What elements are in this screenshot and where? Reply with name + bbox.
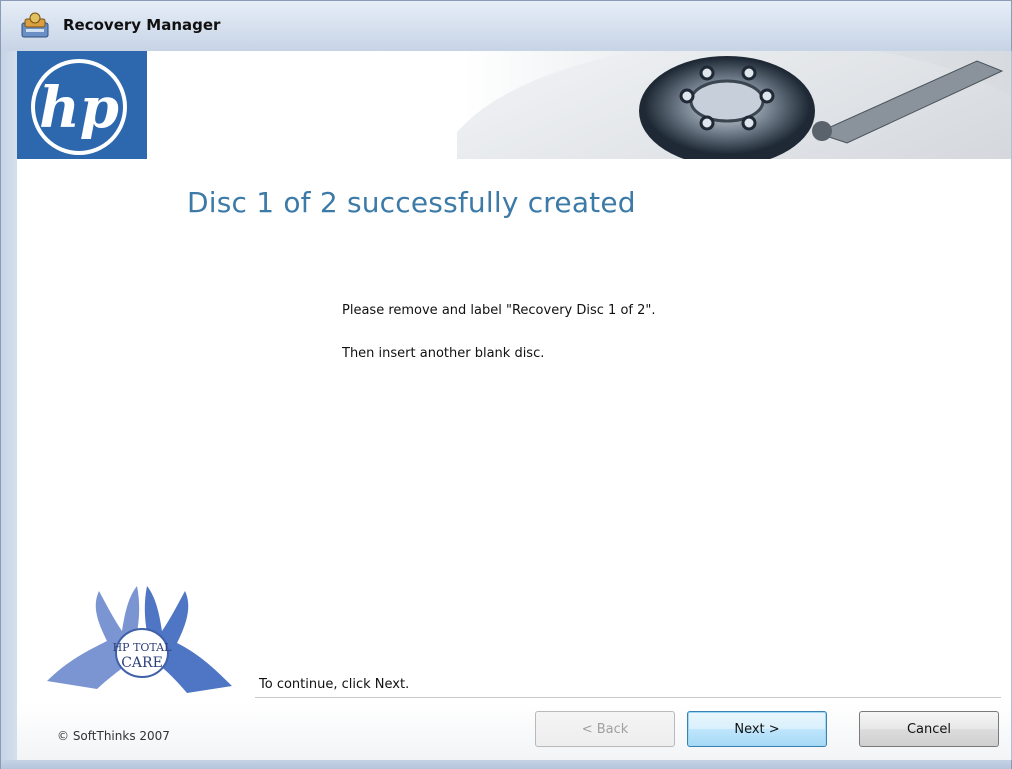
- wizard-client-area: hp Disc 1 of 2 successfully created Plea…: [17, 51, 1012, 760]
- hp-logo: hp: [17, 51, 147, 159]
- instruction-label-disc: Please remove and label "Recovery Disc 1…: [342, 303, 656, 318]
- next-button[interactable]: Next >: [687, 711, 827, 747]
- copyright-text: © SoftThinks 2007: [57, 729, 170, 743]
- svg-text:CARE: CARE: [121, 655, 163, 671]
- page-title: Disc 1 of 2 successfully created: [187, 186, 636, 219]
- hp-total-care-logo: HP TOTAL CARE: [47, 586, 232, 693]
- cancel-button[interactable]: Cancel: [859, 711, 999, 747]
- continue-instruction: To continue, click Next.: [259, 677, 410, 692]
- footer-divider: [255, 697, 1001, 699]
- window-left-frame: [1, 51, 17, 760]
- wizard-footer: © SoftThinks 2007 < Back Next > Cancel: [17, 703, 1011, 760]
- back-button[interactable]: < Back: [535, 711, 675, 747]
- svg-text:HP TOTAL: HP TOTAL: [113, 641, 173, 654]
- header-banner: hp: [17, 51, 1011, 159]
- recovery-manager-icon: [21, 12, 49, 38]
- window-title: Recovery Manager: [63, 16, 221, 34]
- title-bar[interactable]: Recovery Manager: [1, 1, 1011, 51]
- hard-disk-platter-icon: [457, 51, 1011, 159]
- instruction-insert-disc: Then insert another blank disc.: [342, 346, 545, 361]
- window-bottom-frame: [1, 760, 1011, 769]
- svg-text:hp: hp: [39, 75, 119, 141]
- recovery-manager-window: Recovery Manager hp Disc 1 of 2 successf…: [0, 0, 1012, 769]
